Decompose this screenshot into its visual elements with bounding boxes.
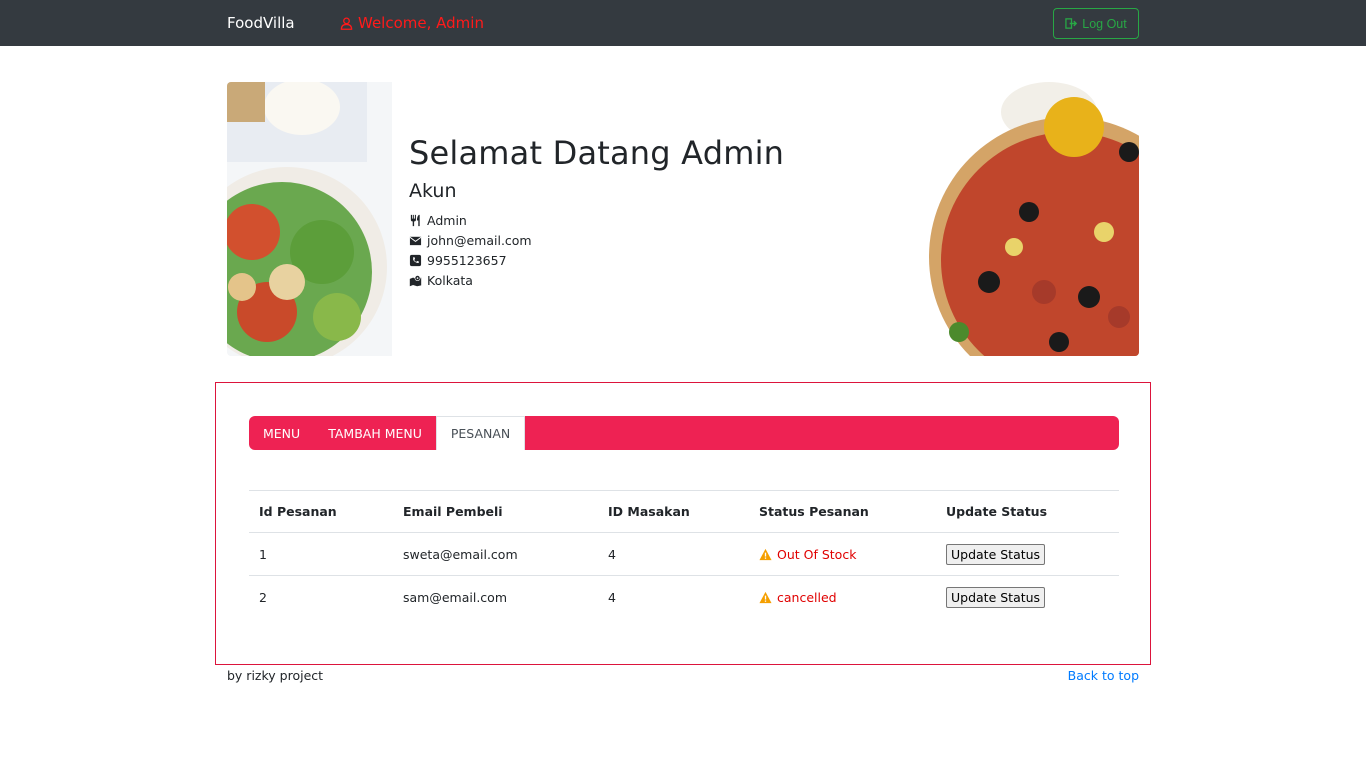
account-role: Admin (427, 212, 467, 228)
column-header: Email Pembeli (393, 490, 598, 533)
utensils-icon (410, 214, 420, 226)
orders-table: Id Pesanan Email Pembeli ID Masakan Stat… (249, 490, 1119, 619)
account-email-row: john@email.com (409, 230, 784, 250)
back-to-top-link[interactable]: Back to top (1068, 668, 1139, 683)
column-header: ID Masakan (598, 490, 749, 533)
status-text: Out Of Stock (777, 546, 857, 562)
dish-id: 4 (608, 589, 616, 605)
envelope-icon (409, 236, 422, 245)
map-icon (409, 274, 422, 286)
status-cell: cancelled (749, 576, 936, 619)
footer-credit: by rizky project (227, 668, 324, 683)
status-text: cancelled (777, 589, 837, 605)
update-cell: Update Status (936, 532, 1119, 576)
account-city: Kolkata (427, 272, 473, 288)
update-status-button[interactable]: Update Status (946, 543, 1046, 565)
welcome-text: Welcome, Admin (358, 14, 484, 32)
account-role-row: Admin (409, 210, 784, 230)
account-phone: 9955123657 (427, 252, 507, 268)
logout-button[interactable]: Log Out (1053, 8, 1139, 39)
status-badge: cancelled (759, 590, 936, 605)
table-header-row: Id Pesanan Email Pembeli ID Masakan Stat… (249, 490, 1119, 533)
account-phone-row: 9955123657 (409, 250, 784, 270)
column-header: Status Pesanan (749, 490, 936, 533)
buyer-email: sam@email.com (403, 589, 507, 605)
welcome-message[interactable]: Welcome, Admin (340, 14, 484, 32)
salad-image (227, 82, 392, 356)
tab-menu[interactable]: MENU (249, 416, 314, 450)
status-cell: Out Of Stock (749, 532, 936, 576)
update-cell: Update Status (936, 576, 1119, 619)
status-badge: Out Of Stock (759, 547, 936, 562)
account-city-row: Kolkata (409, 270, 784, 290)
order-id: 2 (259, 589, 267, 605)
sign-out-icon (1065, 18, 1078, 29)
account-email: john@email.com (427, 232, 532, 248)
update-status-button[interactable]: Update Status (946, 586, 1046, 608)
table-row: 2 sam@email.com 4 cancelled Update Statu… (249, 576, 1119, 619)
dish-id: 4 (598, 532, 749, 576)
warning-icon (759, 591, 772, 603)
brand-link[interactable]: FoodVilla (227, 14, 295, 32)
column-header: Update Status (936, 490, 1119, 533)
phone-icon (409, 254, 422, 266)
tab-tambah-menu[interactable]: TAMBAH MENU (314, 416, 436, 450)
welcome-banner: Selamat Datang Admin Akun Admin john@ema… (227, 82, 1139, 356)
admin-panel: MENU TAMBAH MENU PESANAN Id Pesanan Emai… (215, 382, 1151, 665)
user-icon (340, 16, 353, 30)
warning-icon (759, 548, 772, 560)
account-details: Admin john@email.com 9955123657 Kolkata (409, 210, 784, 290)
buyer-email: sweta@email.com (393, 532, 598, 576)
top-navbar: FoodVilla Welcome, Admin Log Out (0, 0, 1366, 46)
table-row: 1 sweta@email.com 4 Out Of Stock Update … (249, 532, 1119, 576)
account-heading: Akun (409, 180, 457, 202)
order-id: 1 (249, 532, 393, 576)
page-title: Selamat Datang Admin (409, 134, 785, 172)
tab-pesanan[interactable]: PESANAN (435, 416, 526, 450)
pizza-image (839, 82, 1139, 356)
logout-label: Log Out (1082, 16, 1127, 31)
account-info: Selamat Datang Admin Akun Admin john@ema… (409, 134, 784, 290)
tab-bar: MENU TAMBAH MENU PESANAN (249, 416, 1119, 450)
column-header: Id Pesanan (249, 490, 393, 533)
